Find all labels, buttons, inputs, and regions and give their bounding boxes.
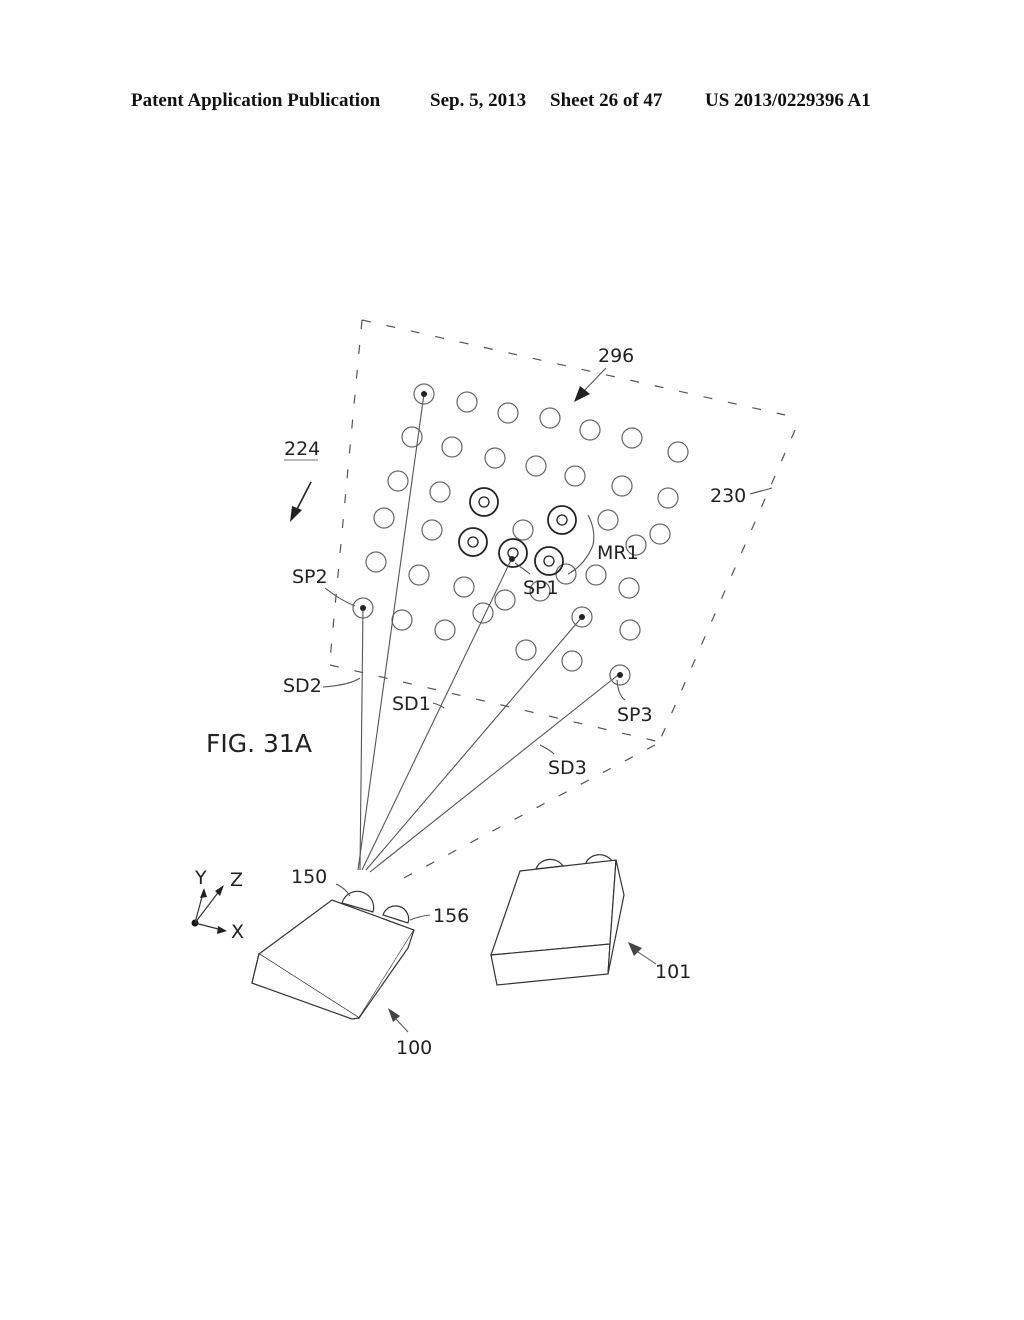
pattern-dot [421,519,443,541]
beam-mid [365,616,583,871]
marker-ring [467,536,479,548]
label-230: 230 [710,485,746,507]
pattern-dot [453,576,475,598]
device-100 [251,890,415,1020]
axis-triad [191,885,227,934]
pattern-dot [515,639,537,661]
label-150: 150 [291,866,327,888]
pattern-dot [619,619,641,641]
pattern-dot [456,391,478,413]
pattern-dot [441,436,463,458]
label-mr1: MR1 [597,542,639,564]
pattern-dot [618,577,640,599]
marker-ring [534,546,564,576]
pattern-dot [497,402,519,424]
marker-ring [458,527,488,557]
device-101 [490,854,625,986]
label-156: 156 [433,905,469,927]
pattern-dot [472,602,494,624]
beam-top [357,393,425,871]
figure-title: FIG. 31A [206,729,312,758]
axis-label-z: Z [230,869,243,891]
label-100: 100 [396,1037,432,1059]
pattern-dot [391,609,413,631]
pattern-dot [649,523,671,545]
pattern-dot [408,564,430,586]
label-sp2: SP2 [292,566,328,588]
pattern-dot [579,419,601,441]
beam-sd1 [361,557,513,871]
axis-label-y: Y [194,867,207,889]
arrow-296-icon [574,386,590,402]
arrow-101-icon [628,942,642,956]
marker-region [458,487,577,576]
marker-ring [556,514,568,526]
marker-ring [543,555,555,567]
pattern-dot [434,619,456,641]
label-sp3: SP3 [617,704,653,726]
pattern-dot [611,475,633,497]
patent-drawing: 296 230 224 SP2 SD2 SD1 SP1 MR1 SP3 SD3 … [191,319,796,1059]
marker-ring [547,505,577,535]
label-sd1: SD1 [392,693,431,715]
pattern-dot [373,507,395,529]
beam-sd2 [359,607,364,871]
pattern-dot [597,509,619,531]
surface-boundary [329,319,796,881]
pattern-dot [585,564,607,586]
pattern-dot [525,455,547,477]
pattern-dot [657,487,679,509]
label-sp1: SP1 [523,577,559,599]
marker-ring [478,496,490,508]
axis-label-x: X [231,921,244,943]
label-296: 296 [598,345,634,367]
pattern-dot [667,441,689,463]
pattern-dot [429,481,451,503]
arrow-sn1-icon [290,506,302,522]
pattern-dot [365,551,387,573]
marker-ring [498,538,528,568]
pattern-dot [561,650,583,672]
dot-pattern [365,391,689,672]
label-sd2: SD2 [283,675,322,697]
spot-points [352,383,631,686]
label-224: 224 [284,438,320,460]
label-sd3: SD3 [548,757,587,779]
pattern-dot [564,465,586,487]
pattern-dot [555,563,577,585]
pattern-dot [484,447,506,469]
arrow-100-icon [388,1008,400,1022]
pattern-dot [494,589,516,611]
pattern-dot [539,407,561,429]
label-101: 101 [655,961,691,983]
pattern-dot [621,427,643,449]
marker-ring [469,487,499,517]
pattern-dot [512,519,534,541]
pattern-dot [387,470,409,492]
